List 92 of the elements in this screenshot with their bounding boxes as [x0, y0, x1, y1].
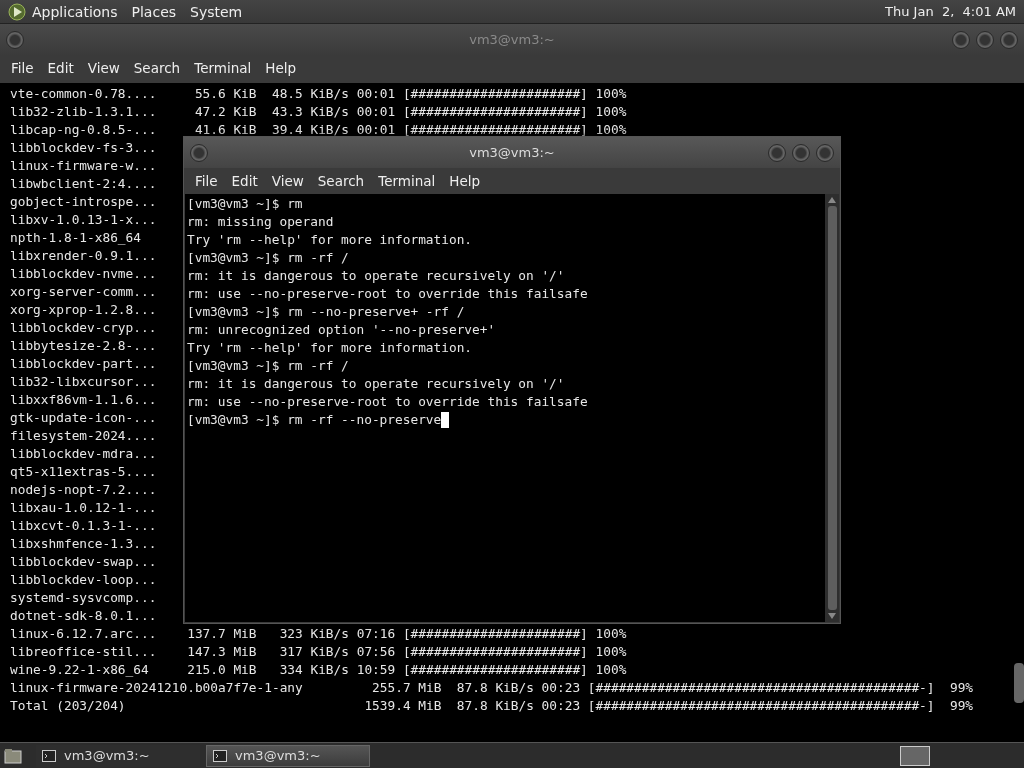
package-name: libxv-1.0.13-1-x...: [10, 211, 158, 229]
scroll-up-arrow-icon[interactable]: [828, 197, 836, 203]
scrollbar[interactable]: [1014, 663, 1024, 703]
show-desktop-icon[interactable]: [4, 747, 22, 764]
taskbar-window-button[interactable]: vm3@vm3:~: [206, 744, 370, 767]
terminal-line: Try 'rm --help' for more information.: [187, 231, 474, 249]
terminal-icon: [42, 749, 56, 762]
terminal-line: rm: use --no-preserve-root to override this failsafe: [187, 285, 589, 303]
terminal-line: Total (203/204) 1539.4 MiB 87.8 KiB/s 00:23 [##########################################-] 99%: [10, 697, 975, 715]
transfer-stats: 137.7 MiB 323 KiB/s 07:16 [######################] 100%: [187, 625, 627, 643]
terminal-line: rm: use --no-preserve-root to override this failsafe: [187, 393, 589, 411]
menu-item[interactable]: File: [188, 173, 225, 189]
package-name: libxcvt-0.1.3-1-...: [10, 517, 158, 535]
panel-menu[interactable]: System: [190, 3, 243, 20]
package-name: libwbclient-2:4....: [10, 175, 158, 193]
command-input[interactable]: [vm3@vm3 ~]$ rm -rf --no-preserve: [187, 411, 442, 429]
terminal-line: rm: it is dangerous to operate recursively on '/': [187, 375, 566, 393]
package-name: libreoffice-stil...: [10, 643, 158, 661]
package-name: gobject-introspe...: [10, 193, 158, 211]
menu-item[interactable]: Terminal: [187, 60, 259, 76]
package-name: lib32-libxcursor...: [10, 373, 158, 391]
menu-item[interactable]: Search: [310, 173, 372, 189]
package-name: libcap-ng-0.8.5-...: [10, 121, 158, 139]
scroll-down-arrow-icon[interactable]: [828, 613, 836, 619]
maximize-button[interactable]: [976, 30, 994, 49]
package-name: libxau-1.0.12-1-...: [10, 499, 158, 517]
window-title: vm3@vm3:~: [469, 32, 555, 47]
scroll-thumb[interactable]: [827, 206, 837, 610]
package-name: linux-6.12.7.arc...: [10, 625, 158, 643]
menu-item[interactable]: Edit: [224, 173, 265, 189]
package-name: libblockdev-loop...: [10, 571, 158, 589]
package-name: libblockdev-swap...: [10, 553, 158, 571]
close-button[interactable]: [816, 143, 834, 162]
menu-item[interactable]: Help: [442, 173, 488, 189]
transfer-stats: 215.0 MiB 334 KiB/s 10:59 [######################] 100%: [187, 661, 627, 679]
minimize-button[interactable]: [952, 30, 970, 49]
transfer-stats: 55.6 KiB 48.5 KiB/s 00:01 [######################] 100%: [193, 85, 627, 103]
package-name: libblockdev-fs-3...: [10, 139, 158, 157]
package-name: dotnet-sdk-8.0.1...: [10, 607, 158, 625]
terminal-line: [vm3@vm3 ~]$ rm -rf /: [187, 357, 350, 375]
menu-item[interactable]: File: [4, 60, 41, 76]
package-name: libbytesize-2.8-...: [10, 337, 158, 355]
transfer-stats: 41.6 KiB 39.4 KiB/s 00:01 [######################] 100%: [193, 121, 627, 139]
package-name: libblockdev-nvme...: [10, 265, 158, 283]
package-name: vte-common-0.78....: [10, 85, 158, 103]
terminal-line: [vm3@vm3 ~]$ rm: [187, 195, 304, 213]
package-name: qt5-x11extras-5....: [10, 463, 158, 481]
clock[interactable]: Thu Jan 2, 4:01 AM: [885, 4, 1016, 19]
terminal-line: [vm3@vm3 ~]$ rm --no-preserve+ -rf /: [187, 303, 466, 321]
play-logo-icon[interactable]: [8, 2, 26, 21]
terminal-line: [vm3@vm3 ~]$ rm -rf /: [187, 249, 350, 267]
package-name: systemd-sysvcomp...: [10, 589, 158, 607]
menu-item[interactable]: Help: [258, 60, 304, 76]
menu-item[interactable]: Terminal: [371, 173, 443, 189]
package-name: libxxf86vm-1.1.6...: [10, 391, 158, 409]
package-name: libblockdev-mdra...: [10, 445, 158, 463]
window-menu-button[interactable]: [6, 30, 24, 49]
menu-item[interactable]: Search: [126, 60, 188, 76]
package-name: linux-firmware-w...: [10, 157, 158, 175]
scrollbar[interactable]: [825, 194, 839, 622]
text-cursor-icon: [441, 412, 450, 428]
minimize-button[interactable]: [768, 143, 786, 162]
close-button[interactable]: [1000, 30, 1018, 49]
terminal-line: rm: it is dangerous to operate recursively on '/': [187, 267, 566, 285]
terminal-line: rm: unrecognized option '--no-preserve+': [187, 321, 497, 339]
menu-item[interactable]: View: [264, 173, 311, 189]
panel-menu[interactable]: Applications: [32, 3, 118, 20]
window-menu-button[interactable]: [190, 143, 208, 162]
package-name: nodejs-nopt-7.2....: [10, 481, 158, 499]
package-name: libblockdev-cryp...: [10, 319, 158, 337]
terminal-line: rm: missing operand: [187, 213, 335, 231]
package-name: filesystem-2024....: [10, 427, 158, 445]
package-name: wine-9.22-1-x86_64: [10, 661, 150, 679]
workspace-switcher[interactable]: [900, 745, 930, 766]
transfer-stats: 47.2 KiB 43.3 KiB/s 00:01 [######################] 100%: [193, 103, 627, 121]
package-name: gtk-update-icon-...: [10, 409, 158, 427]
terminal-line: linux-firmware-20241210.b00a7f7e-1-any 255.7 MiB 87.8 KiB/s 00:23 [##########################################-] 99%: [10, 679, 975, 697]
package-name: libxrender-0.9.1...: [10, 247, 158, 265]
menu-item[interactable]: View: [80, 60, 127, 76]
package-name: xorg-xprop-1.2.8...: [10, 301, 158, 319]
package-name: xorg-server-comm...: [10, 283, 158, 301]
maximize-button[interactable]: [792, 143, 810, 162]
package-name: libxshmfence-1.3...: [10, 535, 158, 553]
package-name: npth-1.8-1-x86_64: [10, 229, 142, 247]
panel-menu[interactable]: Places: [131, 3, 177, 20]
transfer-stats: 147.3 MiB 317 KiB/s 07:56 [######################] 100%: [187, 643, 627, 661]
package-name: lib32-zlib-1.3.1...: [10, 103, 158, 121]
package-name: libblockdev-part...: [10, 355, 158, 373]
terminal-line: Try 'rm --help' for more information.: [187, 339, 474, 357]
menu-item[interactable]: Edit: [40, 60, 81, 76]
terminal-icon: [213, 749, 227, 762]
window-title: vm3@vm3:~: [469, 145, 555, 160]
